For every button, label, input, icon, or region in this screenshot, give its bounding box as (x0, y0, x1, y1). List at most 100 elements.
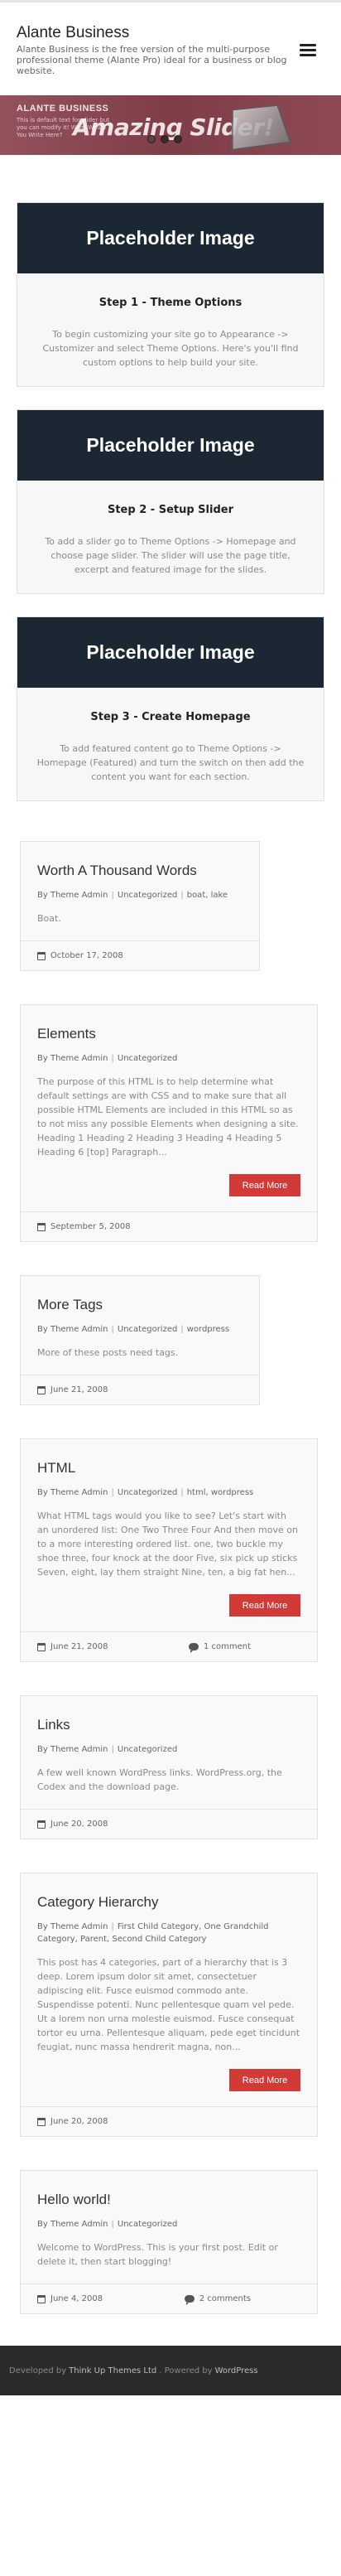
post-meta: By Theme Admin | Uncategorized | wordpress (37, 1323, 243, 1336)
post-excerpt: Boat. (37, 913, 61, 924)
post-footer: June 20, 2008 (21, 2106, 317, 2136)
footer-wordpress-link[interactable]: WordPress (215, 2366, 258, 2375)
post-comments[interactable]: 2 comments (184, 2294, 251, 2305)
post-date[interactable]: June 20, 2008 (37, 1820, 300, 1829)
feature-title[interactable]: Step 3 - Create Homepage (34, 711, 307, 723)
post-date[interactable]: June 20, 2008 (37, 2117, 300, 2126)
post-card: Worth A Thousand Words By Theme Admin | Unc… (20, 841, 260, 971)
meta-separator: | (111, 1488, 114, 1497)
post-date-text: June 21, 2008 (50, 1642, 108, 1651)
post-card: Category Hierarchy By Theme Admin | First C… (20, 1873, 318, 2137)
post-categories[interactable]: Uncategorized (118, 2220, 177, 2229)
post-author[interactable]: By Theme Admin (37, 1488, 108, 1497)
post-date[interactable]: October 17, 2008 (37, 951, 243, 960)
post-tags[interactable]: boat, lake (187, 891, 228, 900)
post-date[interactable]: June 4, 2008 (37, 2294, 185, 2303)
meta-separator: | (180, 1325, 184, 1334)
placeholder-image[interactable]: Placeholder Image (17, 617, 324, 688)
post-title[interactable]: Category Hierarchy (37, 1894, 300, 1911)
read-more-button[interactable]: Read More (229, 2069, 300, 2091)
post-date-text: June 21, 2008 (50, 1385, 108, 1394)
feature-box: Placeholder Image Step 1 - Theme Options T… (17, 202, 324, 387)
feature-title[interactable]: Step 1 - Theme Options (34, 297, 307, 309)
post-meta: By Theme Admin | Uncategorized (37, 1052, 300, 1065)
post-categories[interactable]: Uncategorized (118, 891, 177, 900)
post-meta: By Theme Admin | Uncategorized | html, wordp… (37, 1486, 300, 1499)
post-author[interactable]: By Theme Admin (37, 891, 108, 900)
post-comments[interactable]: 1 comment (188, 1642, 251, 1653)
site-title[interactable]: Alante Business (17, 24, 324, 42)
meta-separator: | (111, 1922, 114, 1931)
post-title[interactable]: HTML (37, 1460, 300, 1476)
post-meta: By Theme Admin | Uncategorized (37, 2218, 300, 2230)
feature-body: Step 2 - Setup Slider To add a slider go … (17, 481, 324, 593)
post-categories[interactable]: Uncategorized (118, 1745, 177, 1754)
calendar-icon (37, 951, 46, 960)
post-tags[interactable]: html, wordpress (187, 1488, 254, 1497)
post-author[interactable]: By Theme Admin (37, 1745, 108, 1754)
post-body: More Tags By Theme Admin | Uncategorized | wo… (21, 1276, 259, 1375)
read-more-button[interactable]: Read More (229, 1594, 300, 1617)
feature-box: Placeholder Image Step 2 - Setup Slider To… (17, 409, 324, 594)
slider-pagination (147, 135, 182, 143)
post-date[interactable]: June 21, 2008 (37, 1385, 243, 1394)
post-categories[interactable]: Uncategorized (118, 1325, 177, 1334)
post-title[interactable]: Worth A Thousand Words (37, 863, 243, 879)
comment-icon (188, 1643, 199, 1653)
post-body: Category Hierarchy By Theme Admin | First C… (21, 1873, 317, 2106)
post-footer: September 5, 2008 (21, 1211, 317, 1241)
post-categories[interactable]: Uncategorized (118, 1488, 177, 1497)
post-meta: By Theme Admin | Uncategorized | boat, lake (37, 889, 243, 901)
post-body: Elements By Theme Admin | Uncategorized The … (21, 1005, 317, 1211)
meta-separator: | (111, 891, 114, 900)
post-excerpt: The purpose of this HTML is to help dete… (37, 1076, 299, 1158)
calendar-icon (37, 2294, 46, 2303)
post-footer: October 17, 2008 (21, 940, 259, 970)
calendar-icon (37, 1642, 46, 1651)
post-author[interactable]: By Theme Admin (37, 1054, 108, 1063)
placeholder-image-label: Placeholder Image (86, 434, 255, 456)
meta-separator: | (111, 1745, 114, 1754)
featured-steps: Placeholder Image Step 1 - Theme Options T… (0, 155, 341, 801)
post-title[interactable]: Elements (37, 1026, 300, 1042)
calendar-icon (37, 1385, 46, 1394)
slide-title: ALANTE BUSINESS (17, 104, 109, 114)
placeholder-image[interactable]: Placeholder Image (17, 203, 324, 273)
post-date[interactable]: September 5, 2008 (37, 1222, 300, 1231)
slider-dot[interactable] (161, 135, 169, 143)
post-meta: By Theme Admin | Uncategorized (37, 1743, 300, 1756)
post-tags[interactable]: wordpress (187, 1325, 229, 1334)
post-categories[interactable]: Uncategorized (118, 1054, 177, 1063)
footer-developer-link[interactable]: Think Up Themes Ltd (69, 2366, 156, 2375)
post-meta: By Theme Admin | First Child Category, One… (37, 1921, 300, 1945)
meta-separator: | (180, 1488, 184, 1497)
post-footer: June 21, 2008 1 comment (21, 1631, 317, 1661)
post-date[interactable]: June 21, 2008 (37, 1642, 189, 1651)
hamburger-menu-icon[interactable] (300, 44, 316, 57)
post-body: Hello world! By Theme Admin | Uncategorized… (21, 2171, 317, 2284)
post-excerpt: This post has 4 categories, part of a hi… (37, 1957, 300, 2052)
footer-developed-by: Developed by (9, 2366, 67, 2375)
placeholder-image[interactable]: Placeholder Image (17, 410, 324, 481)
post-date-text: June 20, 2008 (50, 2117, 108, 2126)
post-author[interactable]: By Theme Admin (37, 1325, 108, 1334)
post-date-text: June 4, 2008 (50, 2294, 103, 2303)
post-card: Links By Theme Admin | Uncategorized A few w… (20, 1695, 318, 1839)
post-footer: June 20, 2008 (21, 1809, 317, 1839)
hero-slider[interactable]: ALANTE BUSINESS This is default text for… (0, 95, 341, 155)
post-comments-text: 2 comments (199, 2294, 251, 2303)
post-author[interactable]: By Theme Admin (37, 2220, 108, 2229)
post-body: HTML By Theme Admin | Uncategorized | html, w… (21, 1439, 317, 1631)
slider-dot[interactable] (147, 135, 156, 143)
post-title[interactable]: Hello world! (37, 2192, 300, 2208)
read-more-button[interactable]: Read More (229, 1174, 300, 1196)
post-title[interactable]: Links (37, 1717, 300, 1733)
post-title[interactable]: More Tags (37, 1297, 243, 1313)
slider-dot[interactable] (174, 135, 182, 143)
feature-text: To add a slider go to Theme Options -> H… (45, 536, 296, 575)
post-author[interactable]: By Theme Admin (37, 1922, 108, 1931)
feature-title[interactable]: Step 2 - Setup Slider (34, 504, 307, 516)
post-card: HTML By Theme Admin | Uncategorized | html, w… (20, 1438, 318, 1662)
site-description: Alante Business is the free version of t… (17, 44, 287, 76)
calendar-icon (37, 1820, 46, 1829)
